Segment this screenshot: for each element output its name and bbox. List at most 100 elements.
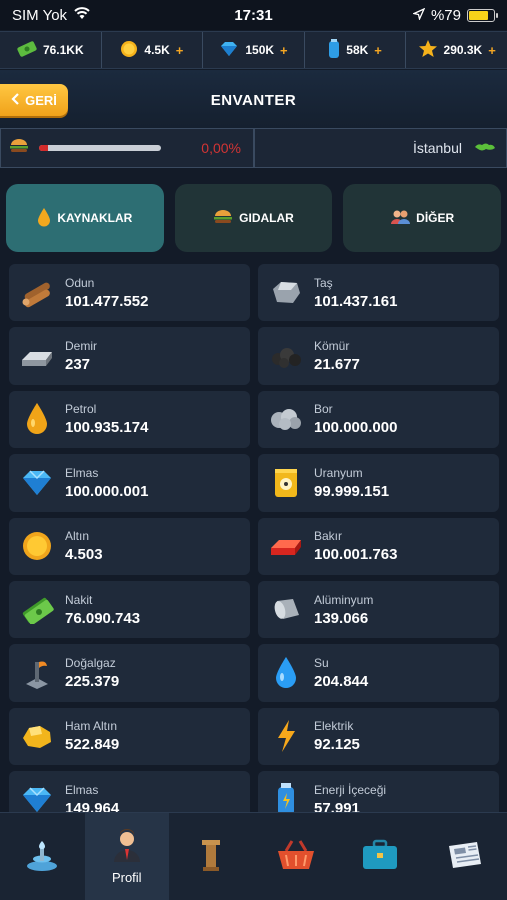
inventory-card[interactable]: Kömür 21.677 [258,327,499,385]
status-bar: SIM Yok 17:31 %79 [0,0,507,30]
item-name: Bor [314,402,333,417]
nav-profile[interactable]: Profil [84,813,169,900]
currency-gold[interactable]: 4.5K + [102,32,204,68]
map-region-icon [474,140,496,156]
gold-coin-icon [19,528,55,564]
inventory-card[interactable]: Ham Altın 522.849 [9,707,250,766]
item-name: Su [314,656,329,671]
item-name: Demir [65,339,97,354]
currency-cash[interactable]: 76.1KK [0,32,102,68]
iron-icon [19,338,55,374]
add-diamond-button[interactable]: + [280,43,288,58]
item-value: 21.677 [314,356,360,374]
nav-business[interactable] [338,813,423,900]
currency-value: 4.5K [144,43,170,57]
inventory-card[interactable]: Nakit 76.090.743 [9,580,250,639]
inventory-card[interactable]: Alüminyum 139.066 [258,580,499,639]
boron-icon [268,401,304,437]
tab-gidalar[interactable]: GIDALAR [174,184,333,252]
item-name: Elektrik [314,719,354,734]
inventory-card[interactable]: Uranyum 99.999.151 [258,454,499,512]
coal-icon [268,338,304,374]
burger-icon [213,209,233,228]
item-value: 57.991 [314,799,360,812]
item-value: 522.849 [65,736,120,754]
nav-market[interactable] [254,813,339,900]
inventory-card[interactable]: Elektrik 92.125 [258,707,499,766]
tab-diger[interactable]: DİĞER [343,184,502,252]
oil-icon [19,401,55,437]
add-gold-button[interactable]: + [176,43,184,58]
inventory-grid: Odun 101.477.552 Taş 101.437.161 Demir 237 Köm… [9,264,499,812]
inventory-card[interactable]: Odun 101.477.552 [9,264,250,322]
item-name: Nakit [65,592,93,607]
water-drop-icon [268,655,304,691]
fountain-icon [24,837,60,876]
oil-drop-icon [37,207,51,230]
header: GERİ ENVANTER [0,70,507,128]
aluminium-icon [268,592,304,628]
item-value: 99.999.151 [314,482,390,500]
cash-icon [19,592,55,628]
food-progress-bar [39,145,161,151]
item-name: Petrol [65,402,97,417]
currency-value: 150K [245,43,275,57]
inventory-card[interactable]: Bor 100.000.000 [258,390,499,449]
item-name: Elmas [65,465,99,480]
item-value: 4.503 [65,546,103,564]
currency-bar: 76.1KK 4.5K + 150K + 58K + 290.3K + [0,31,507,69]
add-star-button[interactable]: + [488,43,496,58]
tab-kaynaklar[interactable]: KAYNAKLAR [6,184,164,252]
item-name: Doğalgaz [65,656,116,671]
inventory-card[interactable]: Demir 237 [9,327,250,385]
battery-percent: %79 [430,6,461,24]
currency-diamond[interactable]: 150K + [203,32,305,68]
inventory-card[interactable]: Elmas 100.000.001 [9,454,250,512]
basket-icon [276,839,316,874]
inventory-card[interactable]: Enerji İçeceği 57.991 [258,771,499,812]
item-value: 92.125 [314,736,360,754]
item-name: Bakır [314,529,343,544]
item-value: 139.066 [314,609,369,627]
gold-coin-icon [120,40,138,61]
item-value: 225.379 [65,673,120,691]
bottom-nav: Profil [0,812,507,900]
newspaper-icon [445,840,485,873]
cash-icon [17,40,37,60]
currency-star[interactable]: 290.3K + [406,32,507,68]
diamond-icon [219,41,239,60]
food-status[interactable]: 0,00% [0,128,254,168]
inventory-card[interactable]: Elmas 149.964 [9,771,250,812]
wood-icon [19,275,55,311]
diamond-icon [19,782,55,812]
item-value: 100.000.001 [65,482,149,500]
currency-value: 58K [346,43,369,57]
item-value: 204.844 [314,673,369,691]
item-name: Kömür [314,339,350,354]
inventory-card[interactable]: Petrol 100.935.174 [9,390,250,449]
item-name: Ham Altın [65,719,118,734]
currency-value: 76.1KK [42,43,84,57]
currency-value: 290.3K [443,43,483,57]
lightning-icon [268,718,304,754]
nav-city[interactable] [0,813,85,900]
inventory-card[interactable]: Bakır 100.001.763 [258,517,499,575]
energy-drink-icon [268,782,304,812]
inventory-card[interactable]: Altın 4.503 [9,517,250,575]
wifi-icon [73,6,91,24]
stone-icon [268,275,304,311]
add-energy-button[interactable]: + [374,43,382,58]
city-selector[interactable]: İstanbul [254,128,507,168]
raw-gold-icon [19,718,55,754]
inventory-card[interactable]: Doğalgaz 225.379 [9,644,250,702]
category-tabs: KAYNAKLAR GIDALAR DİĞER [6,184,502,252]
nav-monument[interactable] [169,813,254,900]
currency-energy[interactable]: 58K + [305,32,407,68]
item-name: Altın [65,529,90,544]
inventory-card[interactable]: Taş 101.437.161 [258,264,499,322]
uranium-icon [268,465,304,501]
inventory-card[interactable]: Su 204.844 [258,644,499,702]
nav-news[interactable] [423,813,507,900]
page-title: ENVANTER [210,92,297,109]
item-name: Odun [65,275,95,290]
